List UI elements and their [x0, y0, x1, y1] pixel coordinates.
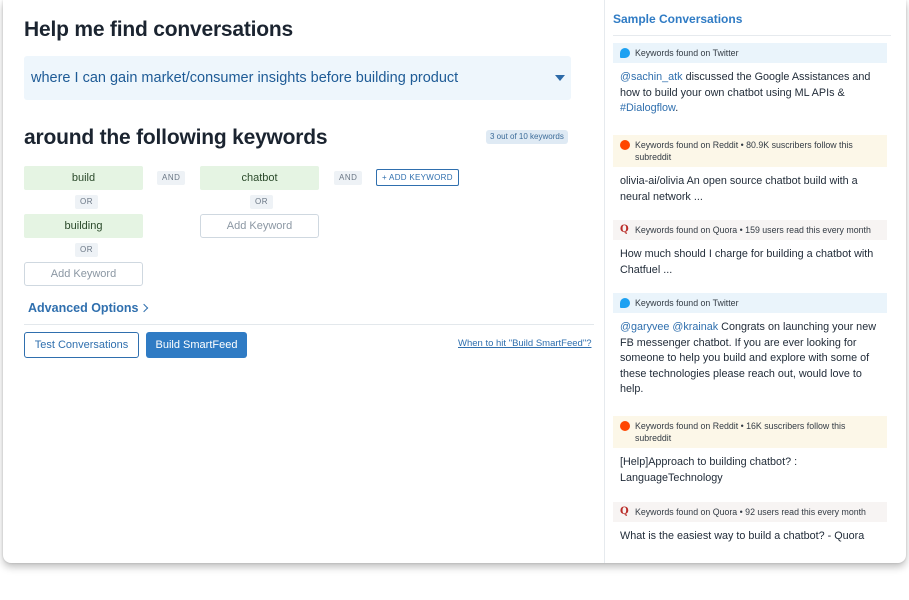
when-to-build-link[interactable]: When to hit "Build SmartFeed"?	[458, 338, 591, 349]
conversation-source-label: Keywords found on Reddit • 16K suscriber…	[635, 421, 846, 443]
goal-dropdown[interactable]: where I can gain market/consumer insight…	[24, 56, 571, 100]
mention-link[interactable]: @krainak	[672, 321, 718, 333]
build-smartfeed-button[interactable]: Build SmartFeed	[146, 332, 247, 358]
keyword-chip-building[interactable]: building	[24, 214, 143, 238]
reddit-icon	[620, 421, 630, 431]
quora-icon: Q	[620, 506, 629, 517]
keyword-count-badge: 3 out of 10 keywords	[486, 130, 568, 144]
chevron-right-icon	[140, 303, 149, 313]
add-keyword-input[interactable]: Add Keyword	[24, 262, 143, 286]
test-conversations-button[interactable]: Test Conversations	[24, 332, 139, 358]
keyword-chip-chatbot[interactable]: chatbot	[200, 166, 319, 190]
mention-link[interactable]: #Dialogflow	[620, 102, 675, 114]
conversation-source: Keywords found on Twitter	[613, 293, 887, 313]
conversation-source: Q Keywords found on Quora • 92 users read…	[613, 502, 887, 522]
conversation-card[interactable]: Keywords found on Reddit • 80.9K suscrib…	[613, 135, 887, 211]
add-keyword-input[interactable]: Add Keyword	[200, 214, 319, 238]
twitter-icon	[620, 298, 630, 308]
conversation-source: Keywords found on Twitter	[613, 43, 887, 63]
conversation-source: Keywords found on Reddit • 16K suscriber…	[613, 416, 887, 448]
and-label: AND	[334, 171, 363, 185]
or-label: OR	[250, 195, 273, 209]
conversation-text: @garyvee @krainak Congrats on launching …	[613, 313, 887, 404]
mention-link[interactable]: @garyvee	[620, 321, 669, 333]
conversation-text: What is the easiest way to build a chatb…	[613, 522, 887, 551]
or-label: OR	[75, 243, 98, 257]
mention-link[interactable]: @sachin_atk	[620, 71, 683, 83]
conversation-text-segment: .	[675, 102, 679, 114]
conversation-text: @sachin_atk discussed the Google Assista…	[613, 63, 887, 123]
conversation-text: How much should I charge for building a …	[613, 240, 887, 284]
quora-icon: Q	[620, 224, 629, 235]
page-title: Help me find conversations	[24, 18, 294, 41]
conversation-source-label: Keywords found on Quora • 159 users read…	[635, 225, 871, 235]
conversation-card[interactable]: Keywords found on Twitter @garyvee @krain…	[613, 293, 887, 404]
advanced-options-label: Advanced Options	[28, 301, 139, 315]
keyword-chip-build[interactable]: build	[24, 166, 143, 190]
keywords-heading: around the following keywords	[24, 126, 328, 149]
conversation-text-segment: [Help]Approach to building chatbot? : La…	[620, 456, 798, 484]
twitter-icon	[620, 48, 630, 58]
sample-conversations-title: Sample Conversations	[613, 12, 743, 26]
reddit-icon	[620, 140, 630, 150]
conversation-source: Keywords found on Reddit • 80.9K suscrib…	[613, 135, 887, 167]
conversation-text-segment: What is the easiest way to build a chatb…	[620, 530, 865, 542]
conversation-card[interactable]: Keywords found on Twitter @sachin_atk dis…	[613, 43, 887, 123]
conversation-card[interactable]: Keywords found on Reddit • 16K suscriber…	[613, 416, 887, 492]
conversation-text: olivia-ai/olivia An open source chatbot …	[613, 167, 887, 211]
divider	[613, 35, 891, 36]
smartfeed-card: Help me find conversations where I can g…	[3, 0, 906, 563]
divider	[24, 324, 594, 325]
conversation-source-label: Keywords found on Twitter	[635, 48, 739, 58]
and-label: AND	[157, 171, 186, 185]
keyword-builder-panel: Help me find conversations where I can g…	[3, 0, 603, 563]
conversation-text: [Help]Approach to building chatbot? : La…	[613, 448, 887, 492]
conversation-source: Q Keywords found on Quora • 159 users rea…	[613, 220, 887, 240]
conversation-card[interactable]: Q Keywords found on Quora • 159 users rea…	[613, 220, 887, 284]
conversation-card[interactable]: Q Keywords found on Quora • 92 users read…	[613, 502, 887, 551]
conversation-text-segment: How much should I charge for building a …	[620, 248, 874, 276]
caret-down-icon[interactable]	[555, 75, 565, 81]
goal-selected-value: where I can gain market/consumer insight…	[31, 70, 459, 86]
conversation-text-segment: olivia-ai/olivia An open source chatbot …	[620, 175, 858, 203]
conversation-source-label: Keywords found on Quora • 92 users read …	[635, 507, 866, 517]
conversation-source-label: Keywords found on Reddit • 80.9K suscrib…	[635, 140, 853, 162]
add-keyword-button[interactable]: + ADD KEYWORD	[376, 169, 459, 186]
sample-conversations-panel: Sample Conversations Keywords found on T…	[604, 0, 906, 563]
or-label: OR	[75, 195, 98, 209]
advanced-options-link[interactable]: Advanced Options	[28, 301, 149, 315]
conversation-source-label: Keywords found on Twitter	[635, 298, 739, 308]
